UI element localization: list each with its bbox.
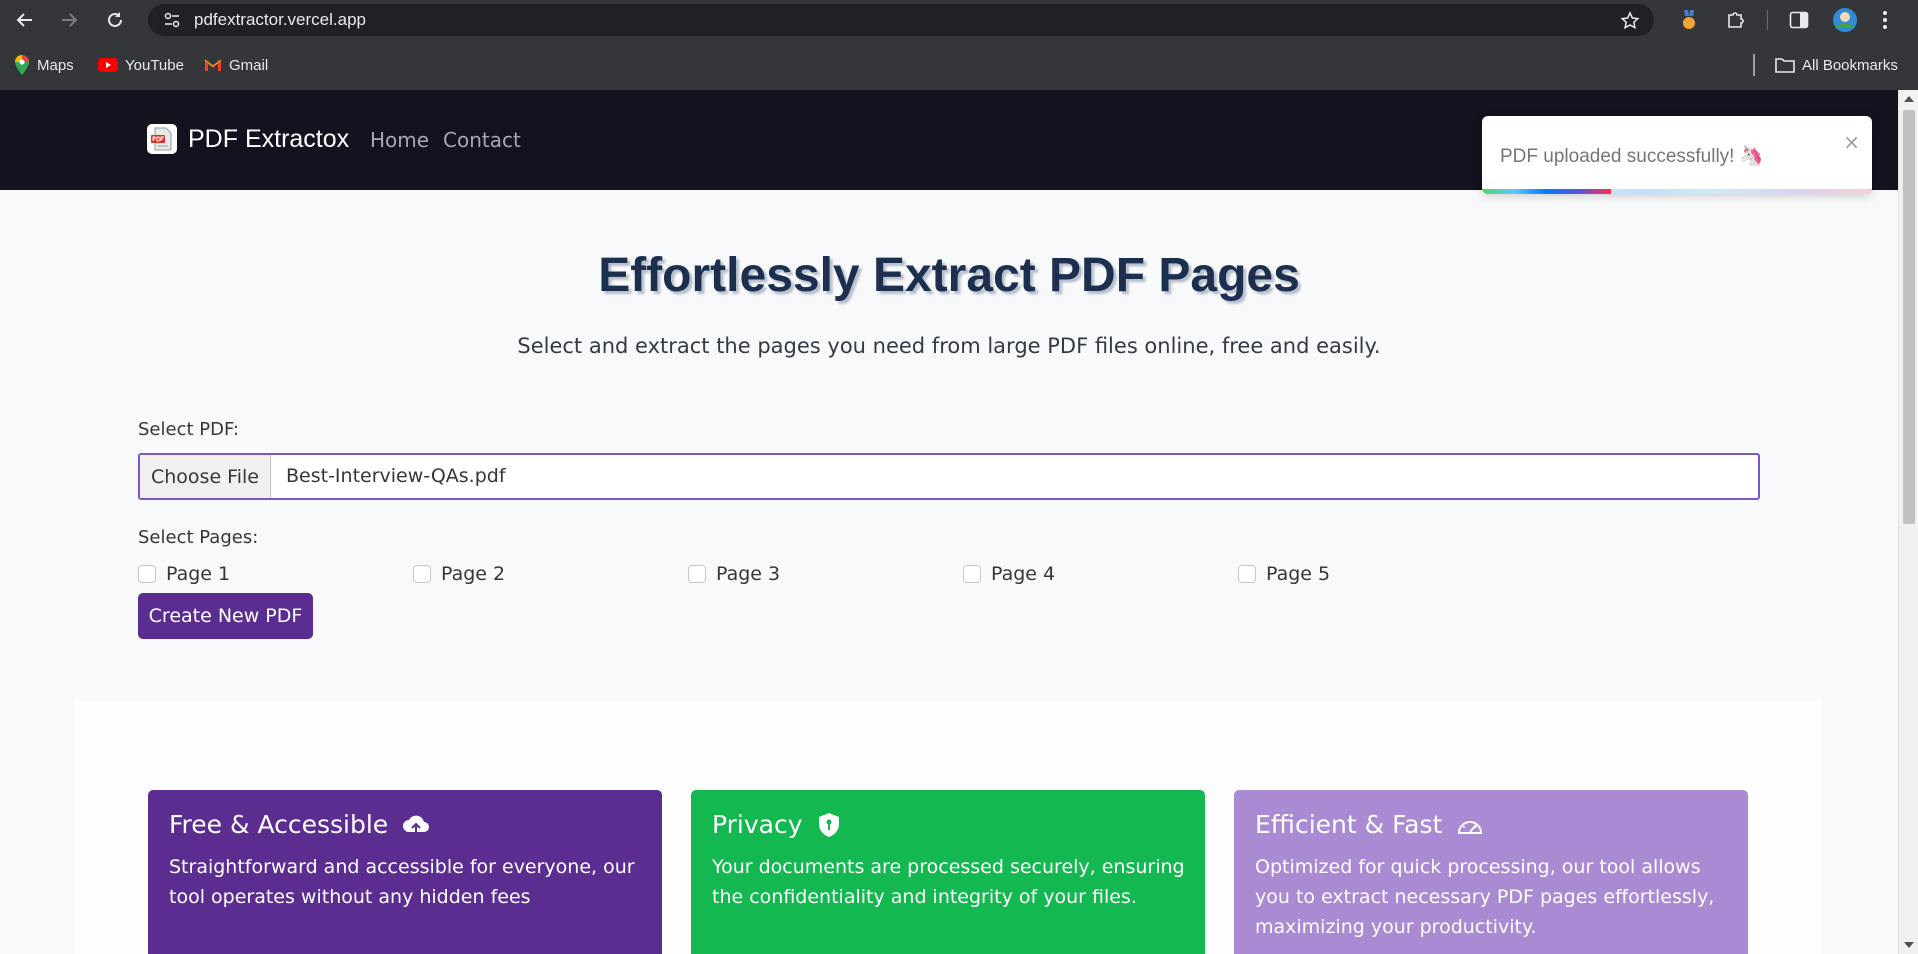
feature-title-text: Efficient & Fast xyxy=(1255,810,1443,839)
brand-name: PDF Extractox xyxy=(188,124,350,153)
address-bar[interactable]: pdfextractor.vercel.app xyxy=(148,4,1654,36)
page-subtitle: Select and extract the pages you need fr… xyxy=(517,334,1381,358)
checkbox[interactable] xyxy=(413,565,431,583)
medal-icon xyxy=(1683,10,1695,29)
feature-description: Your documents are processed securely, e… xyxy=(712,856,1185,908)
scroll-up-arrow[interactable] xyxy=(1904,96,1914,102)
gmail-icon xyxy=(204,59,222,71)
feature-title-text: Free & Accessible xyxy=(169,810,389,839)
bookmark-gmail[interactable]: Gmail xyxy=(204,54,268,76)
feature-card-title: Free & Accessible xyxy=(169,810,430,839)
all-bookmarks-button[interactable]: All Bookmarks xyxy=(1775,54,1898,76)
forward-arrow-icon xyxy=(62,13,78,27)
feature-card-title: Efficient & Fast xyxy=(1255,810,1484,839)
extension-medal-button[interactable] xyxy=(1676,7,1702,33)
toast-progress-bar xyxy=(1482,189,1611,194)
browser-toolbar: pdfextractor.vercel.app xyxy=(0,0,1918,40)
page-scrollbar[interactable] xyxy=(1898,90,1918,954)
reload-button[interactable] xyxy=(103,8,127,32)
site-info-icon[interactable] xyxy=(164,12,180,28)
browser-menu-button[interactable] xyxy=(1872,7,1898,33)
feature-card-efficient: Efficient & Fast Optimized for quick pro… xyxy=(1234,790,1748,954)
page-label: Page 4 xyxy=(991,563,1056,585)
page-checkbox-3[interactable]: Page 3 xyxy=(688,563,780,585)
feature-description: Straightforward and accessible for every… xyxy=(169,856,635,908)
page-label: Page 5 xyxy=(1266,563,1331,585)
checkbox[interactable] xyxy=(138,565,156,583)
youtube-icon xyxy=(98,58,118,72)
all-bookmarks-label: All Bookmarks xyxy=(1802,56,1898,74)
puzzle-icon xyxy=(1728,12,1744,28)
more-vert-icon xyxy=(1883,11,1887,29)
nav-home-link[interactable]: Home xyxy=(370,128,429,152)
scroll-down-arrow[interactable] xyxy=(1904,942,1914,948)
page-checkbox-2[interactable]: Page 2 xyxy=(413,563,505,585)
reload-icon xyxy=(108,12,122,27)
bookmark-maps[interactable]: Maps xyxy=(14,54,74,76)
cloud-upload-icon xyxy=(403,815,430,835)
choose-file-button[interactable]: Choose File xyxy=(140,455,271,498)
shield-icon xyxy=(818,812,839,837)
avatar-icon xyxy=(1833,8,1857,32)
select-pdf-label: Select PDF: xyxy=(138,419,239,440)
side-panel-button[interactable] xyxy=(1786,7,1812,33)
profile-avatar[interactable] xyxy=(1832,7,1858,33)
page-checkbox-5[interactable]: Page 5 xyxy=(1238,563,1330,585)
brand-link[interactable]: PDF Extractox xyxy=(146,123,349,155)
folder-icon xyxy=(1775,58,1795,73)
bookmarks-divider xyxy=(1753,54,1755,76)
feature-card-free: Free & Accessible Straightforward and ac… xyxy=(148,790,662,954)
checkbox[interactable] xyxy=(1238,565,1256,583)
nav-contact-link[interactable]: Contact xyxy=(443,128,521,152)
page-label: Page 3 xyxy=(716,563,781,585)
url-text[interactable]: pdfextractor.vercel.app xyxy=(194,4,366,36)
pdf-file-input[interactable]: Choose File Best-Interview-QAs.pdf xyxy=(138,453,1760,500)
checkbox[interactable] xyxy=(963,565,981,583)
extensions-button[interactable] xyxy=(1723,7,1749,33)
page-checkbox-4[interactable]: Page 4 xyxy=(963,563,1055,585)
bookmark-label: YouTube xyxy=(125,56,184,74)
page-viewport: PDF Extractox Home Contact PDF uploaded … xyxy=(0,90,1898,954)
bookmark-youtube[interactable]: YouTube xyxy=(98,54,184,76)
page-title: Effortlessly Extract PDF Pages xyxy=(598,249,1300,302)
feature-title-text: Privacy xyxy=(712,810,803,839)
side-panel-icon xyxy=(1789,11,1809,29)
toast-message: PDF uploaded successfully! 🦄 xyxy=(1500,146,1764,167)
toolbar-divider xyxy=(1767,10,1768,30)
scrollbar-thumb[interactable] xyxy=(1903,110,1915,524)
bookmark-label: Gmail xyxy=(229,56,269,74)
feature-card-privacy: Privacy Your documents are processed sec… xyxy=(691,790,1205,954)
upload-success-toast: PDF uploaded successfully! 🦄 × xyxy=(1482,116,1872,194)
site-navbar: PDF Extractox Home Contact PDF uploaded … xyxy=(0,90,1898,194)
selected-file-name: Best-Interview-QAs.pdf xyxy=(286,465,506,487)
page-checkbox-1[interactable]: Page 1 xyxy=(138,563,230,585)
bookmarks-bar: Maps YouTube Gmail All Bookmarks xyxy=(0,40,1918,90)
back-button[interactable] xyxy=(13,8,37,32)
feature-card-title: Privacy xyxy=(712,810,841,839)
checkbox[interactable] xyxy=(688,565,706,583)
bookmark-label: Maps xyxy=(37,56,74,74)
bookmark-star-icon[interactable] xyxy=(1620,11,1640,31)
back-arrow-icon xyxy=(16,13,32,27)
feature-description: Optimized for quick processing, our tool… xyxy=(1255,856,1715,938)
toast-close-button[interactable]: × xyxy=(1843,130,1860,154)
create-new-pdf-button[interactable]: Create New PDF xyxy=(138,593,313,639)
speedometer-icon xyxy=(1458,820,1483,834)
maps-icon xyxy=(15,55,29,75)
select-pages-label: Select Pages: xyxy=(138,527,259,548)
forward-button[interactable] xyxy=(57,8,81,32)
page-label: Page 2 xyxy=(441,563,506,585)
page-label: Page 1 xyxy=(166,563,231,585)
pdf-file-icon xyxy=(147,124,177,154)
